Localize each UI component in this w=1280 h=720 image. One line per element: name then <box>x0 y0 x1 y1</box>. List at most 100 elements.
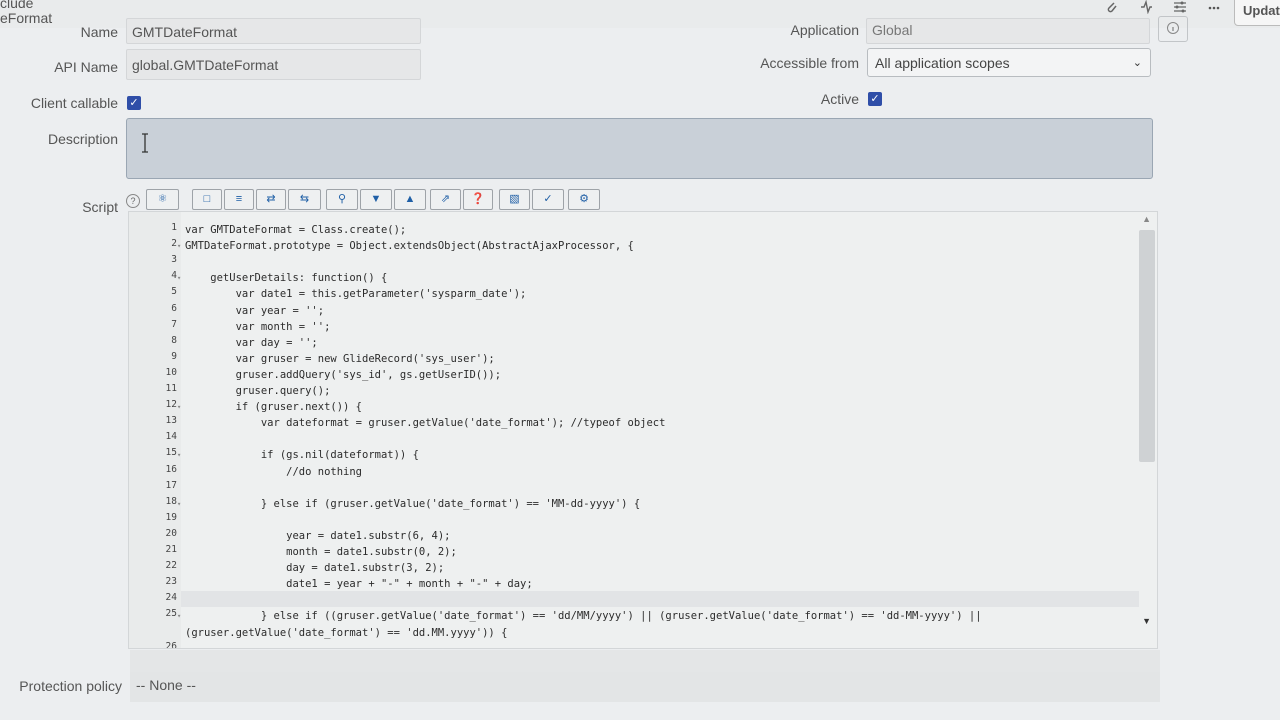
fold-toggle-icon[interactable]: ▾ <box>177 451 181 459</box>
script-debugger-icon: ❓ <box>471 193 485 205</box>
code-line: //do nothing <box>185 465 363 478</box>
client-callable-checkbox[interactable]: ✓ <box>127 96 141 110</box>
syntax-check-icon: ⚙ <box>579 193 589 205</box>
line-number: 22 <box>165 560 177 572</box>
application-label: Application <box>790 22 860 38</box>
line-number: 24 <box>165 592 177 604</box>
format-code-button[interactable]: ≡ <box>224 189 254 210</box>
code-line: var month = ''; <box>185 320 331 333</box>
code-line: GMTDateFormat.prototype = Object.extends… <box>185 240 634 253</box>
find-previous-button[interactable]: ▲ <box>394 189 426 210</box>
comment-icon: □ <box>203 193 211 205</box>
attachment-icon[interactable] <box>1102 0 1122 18</box>
script-label: Script <box>82 199 118 215</box>
line-number: 18 <box>165 495 177 507</box>
fold-toggle-icon[interactable]: ▾ <box>177 612 181 620</box>
code-line: var gruser = new GlideRecord('sys_user')… <box>185 352 495 365</box>
protection-policy-select[interactable]: -- None -- <box>130 672 1160 702</box>
fold-toggle-icon[interactable]: ▾ <box>177 242 181 250</box>
fold-toggle-icon[interactable]: ▾ <box>177 274 181 282</box>
line-number: 4 <box>171 270 177 282</box>
chevron-down-icon: ⌄ <box>1132 57 1142 69</box>
script-search-button[interactable]: ✓ <box>532 189 564 210</box>
toggle-syntax-button[interactable]: ⚛ <box>146 189 179 210</box>
accessible-from-label: Accessible from <box>760 55 859 71</box>
text-cursor-icon <box>142 133 148 153</box>
name-field[interactable]: GMTDateFormat <box>126 18 421 44</box>
code-line: date1 = year + "-" + month + "-" + day; <box>185 578 533 591</box>
line-number: 6 <box>171 302 177 314</box>
api-name-field: global.GMTDateFormat <box>126 49 421 80</box>
client-callable-label: Client callable <box>30 95 118 111</box>
description-textarea[interactable] <box>126 118 1153 179</box>
code-line: gruser.query(); <box>185 385 331 397</box>
line-number: 1 <box>171 222 177 233</box>
replace-all-button[interactable]: ⇆ <box>288 189 321 210</box>
line-number: 12 <box>165 399 177 411</box>
previous-icon: ▲ <box>404 193 416 205</box>
replace-icon: ⇄ <box>266 193 276 205</box>
code-line: if (gs.nil(dateformat)) { <box>185 449 419 462</box>
code-line: var dateformat = gruser.getValue('date_f… <box>185 417 666 430</box>
code-line: } else if (gruser.getValue('date_format'… <box>185 497 641 510</box>
line-number: 11 <box>165 383 177 394</box>
protection-policy-divider <box>130 650 1160 672</box>
line-number: 25 <box>165 608 177 620</box>
more-options-icon[interactable] <box>1204 0 1224 18</box>
next-icon: ▼ <box>370 193 382 205</box>
info-button[interactable] <box>1158 16 1188 42</box>
script-editor[interactable]: 1 var GMTDateFormat = Class.create(); 2 ▾ GM… <box>128 211 1158 649</box>
fullscreen-icon: ⇗ <box>440 193 451 205</box>
comment-button[interactable]: □ <box>192 189 222 210</box>
scroll-down-icon[interactable]: ▼ <box>1142 616 1151 626</box>
line-number: 13 <box>165 415 177 427</box>
line-number: 17 <box>165 479 177 491</box>
line-number: 26 <box>165 640 177 649</box>
line-number: 7 <box>171 318 177 330</box>
info-icon <box>1167 22 1179 34</box>
replace-all-icon: ⇆ <box>299 193 310 205</box>
save-script-button[interactable]: ▧ <box>499 189 530 210</box>
checkmark-icon: ✓ <box>870 93 880 105</box>
api-name-label: API Name <box>54 59 118 75</box>
code-line: day = date1.substr(3, 2); <box>185 562 445 575</box>
code-line: month = date1.substr(0, 2); <box>185 546 457 558</box>
replace-button[interactable]: ⇄ <box>256 189 286 210</box>
editor-scrollbar[interactable] <box>1139 230 1155 462</box>
code-line: if (gruser.next()) { <box>185 401 363 414</box>
accessible-from-select[interactable]: All application scopes ⌄ <box>867 48 1151 77</box>
help-icon[interactable]: ? <box>126 194 140 208</box>
line-number: 21 <box>165 544 177 555</box>
line-number: 5 <box>171 286 177 298</box>
accessible-from-value: All application scopes <box>875 55 1010 71</box>
scroll-up-icon[interactable]: ▲ <box>1142 214 1151 224</box>
description-label: Description <box>47 131 118 147</box>
active-checkbox[interactable]: ✓ <box>868 92 882 106</box>
update-button[interactable]: Updat <box>1234 0 1280 26</box>
search-button[interactable]: ⚲ <box>326 189 358 210</box>
code-line: var year = ''; <box>185 304 325 317</box>
script-debugger-button[interactable]: ❓ <box>463 189 493 210</box>
format-icon: ≡ <box>235 193 243 205</box>
line-number: 16 <box>165 463 177 475</box>
application-field: Global <box>866 18 1150 44</box>
protection-policy-value: -- None -- <box>136 677 196 693</box>
find-next-button[interactable]: ▼ <box>360 189 392 210</box>
search-icon: ⚲ <box>337 193 347 205</box>
save-icon: ▧ <box>509 193 520 205</box>
line-number: 20 <box>165 527 177 539</box>
code-line: gruser.addQuery('sys_id', gs.getUserID()… <box>185 368 502 381</box>
line-number: 3 <box>171 254 177 266</box>
toggle-syntax-icon: ⚛ <box>157 193 168 205</box>
line-number: 23 <box>165 576 177 588</box>
code-line: var GMTDateFormat = Class.create(); <box>185 224 407 236</box>
activity-icon[interactable] <box>1136 0 1156 18</box>
line-number: 9 <box>171 350 177 362</box>
fold-toggle-icon[interactable]: ▾ <box>177 500 181 508</box>
active-label: Active <box>820 91 859 107</box>
syntax-check-button[interactable]: ⚙ <box>568 189 600 210</box>
fullscreen-button[interactable]: ⇗ <box>430 189 461 210</box>
record-title: clude eFormat <box>0 0 52 26</box>
active-line-highlight <box>181 591 1139 607</box>
fold-toggle-icon[interactable]: ▾ <box>177 403 181 411</box>
